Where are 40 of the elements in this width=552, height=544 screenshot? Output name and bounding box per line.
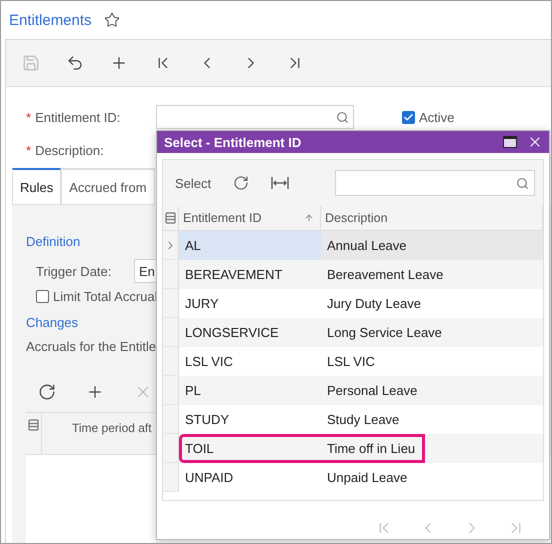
add-icon [110, 54, 128, 72]
search-icon[interactable] [336, 110, 349, 124]
required-marker: * [26, 142, 32, 158]
dialog-title: Select - Entitlement ID [164, 134, 302, 150]
field-label: Entitlement ID: [35, 110, 120, 124]
table-cell[interactable]: TOIL [179, 434, 321, 463]
page-title: Entitlements [9, 12, 92, 28]
search-icon[interactable] [516, 176, 529, 190]
tab[interactable]: Rules [12, 168, 62, 205]
entitlement-id-field[interactable] [156, 105, 354, 129]
column-header[interactable]: Time period aft [72, 421, 152, 435]
section-heading: Changes [26, 314, 78, 330]
undo-icon [66, 54, 84, 72]
table-row[interactable]: AL Annual Leave [163, 231, 543, 260]
limit-accrual-checkbox[interactable] [36, 290, 49, 303]
column-chooser-icon[interactable] [28, 419, 39, 431]
checkbox-label: Active [419, 110, 454, 124]
refresh-icon[interactable] [233, 175, 250, 191]
field-label: Description: [35, 142, 104, 158]
fit-columns-icon[interactable] [271, 176, 290, 190]
tab[interactable]: Accrued from [61, 168, 155, 205]
table-cell[interactable]: Annual Leave [321, 231, 543, 260]
maximize-icon[interactable] [503, 136, 517, 148]
required-marker: * [26, 110, 32, 124]
add-icon [86, 383, 104, 401]
favorite-star-icon[interactable] [104, 12, 120, 28]
column-chooser-icon[interactable] [165, 212, 176, 224]
section-heading: Definition [26, 234, 80, 248]
table-cell[interactable]: AL [179, 231, 321, 260]
save-icon [22, 54, 40, 72]
refresh-icon [38, 383, 56, 401]
search-field[interactable] [335, 170, 535, 196]
field-label: Trigger Date: [36, 264, 112, 278]
column-header[interactable]: Description [325, 211, 388, 225]
caption-text: Accruals for the Entitle [26, 338, 156, 354]
select-button[interactable]: Select [175, 176, 212, 190]
table-row[interactable]: TOIL Time off in Lieu [163, 434, 543, 463]
active-checkbox[interactable] [402, 110, 415, 124]
checkbox-label: Limit Total Accrual [53, 289, 158, 304]
trigger-date-select[interactable]: En [134, 259, 156, 283]
